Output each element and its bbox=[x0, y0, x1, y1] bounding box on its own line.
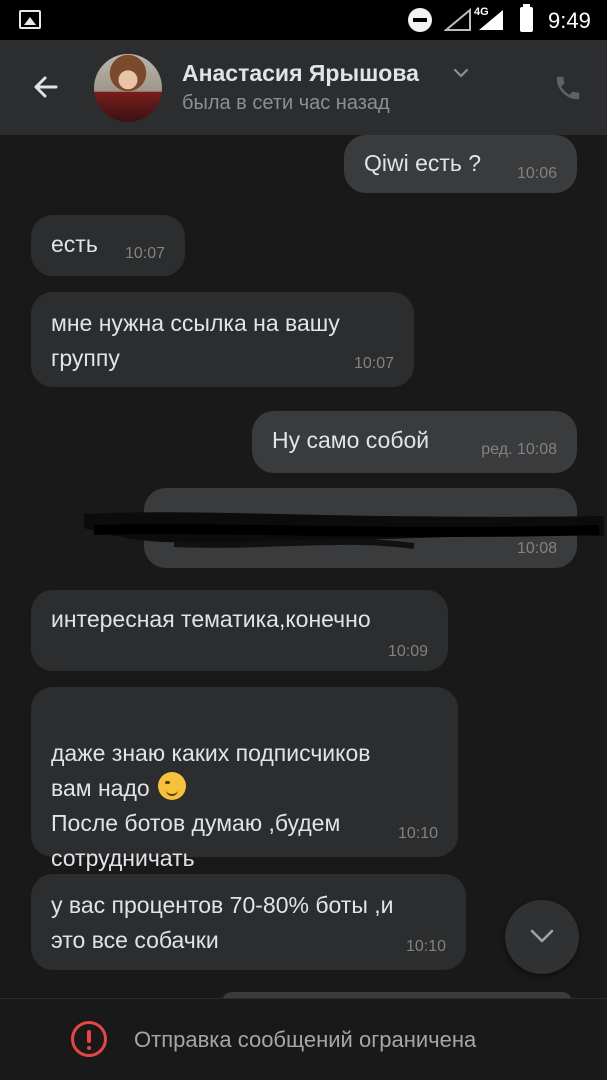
message-time: 10:07 bbox=[124, 245, 165, 262]
message-time: 10:06 bbox=[516, 165, 557, 182]
gallery-notification-icon bbox=[19, 10, 41, 29]
messaging-restricted-text: Отправка сообщений ограничена bbox=[134, 1027, 477, 1052]
message-bubble-incoming[interactable]: даже знаю каких подписчиков вам надо Пос… bbox=[31, 687, 458, 871]
phone-icon[interactable] bbox=[553, 73, 583, 103]
battery-icon bbox=[520, 4, 533, 32]
signal-empty-icon bbox=[444, 8, 471, 31]
message-time: 10:10 bbox=[397, 825, 438, 842]
message-bubble-incoming[interactable]: мне нужна ссылка на вашу группу 10:07 bbox=[31, 292, 414, 387]
redaction-scribble bbox=[84, 512, 604, 549]
message-text-line-1: даже знаю каких подписчиков вам надо bbox=[51, 740, 371, 801]
status-clock: 9:49 bbox=[548, 8, 591, 33]
message-text-line-2: После ботов думаю ,будем сотрудничать bbox=[51, 810, 341, 871]
chat-header: Анастасия Ярышова была в сети час назад bbox=[0, 40, 607, 135]
message-text: у вас процентов 70-80% боты ,и это все с… bbox=[51, 892, 394, 953]
message-text: интересная тематика,конечно bbox=[51, 606, 371, 632]
contact-avatar[interactable] bbox=[94, 54, 162, 122]
message-time: 10:09 bbox=[387, 643, 428, 660]
messaging-restricted-bar: Отправка сообщений ограничена bbox=[0, 998, 607, 1080]
winking-face-emoji-icon bbox=[157, 772, 186, 800]
message-bubble-incoming[interactable]: интересная тематика,конечно 10:09 bbox=[31, 590, 448, 671]
message-bubble-incoming[interactable]: есть 10:07 bbox=[31, 215, 185, 276]
last-seen-status: была в сети час назад bbox=[182, 92, 390, 114]
warning-icon bbox=[71, 1021, 107, 1057]
message-text: мне нужна ссылка на вашу группу bbox=[51, 310, 340, 371]
message-time: 10:07 bbox=[353, 355, 394, 372]
message-bubble-outgoing[interactable]: Ну само собой ред. 10:08 bbox=[252, 411, 577, 473]
do-not-disturb-icon bbox=[408, 8, 432, 32]
message-text: Qiwi есть ? bbox=[364, 150, 482, 176]
message-time: 10:10 bbox=[405, 938, 446, 955]
message-time-edited: ред. 10:08 bbox=[481, 441, 557, 458]
message-bubble-outgoing[interactable]: Qiwi есть ? 10:06 bbox=[344, 135, 577, 193]
message-text: есть bbox=[51, 231, 98, 257]
contact-name[interactable]: Анастасия Ярышова bbox=[182, 60, 419, 87]
chevron-down-icon[interactable] bbox=[452, 67, 470, 79]
status-bar: 4G 9:49 bbox=[0, 0, 607, 40]
message-list[interactable]: Qiwi есть ? 10:06 есть 10:07 мне нужна с… bbox=[0, 135, 607, 1000]
back-arrow-icon[interactable] bbox=[26, 67, 66, 107]
chevron-down-icon bbox=[530, 929, 554, 943]
network-type: 4G bbox=[474, 6, 489, 18]
message-text: Ну само собой bbox=[272, 427, 430, 453]
scroll-to-bottom-button[interactable] bbox=[505, 900, 579, 974]
message-bubble-incoming[interactable]: у вас процентов 70-80% боты ,и это все с… bbox=[31, 874, 466, 970]
